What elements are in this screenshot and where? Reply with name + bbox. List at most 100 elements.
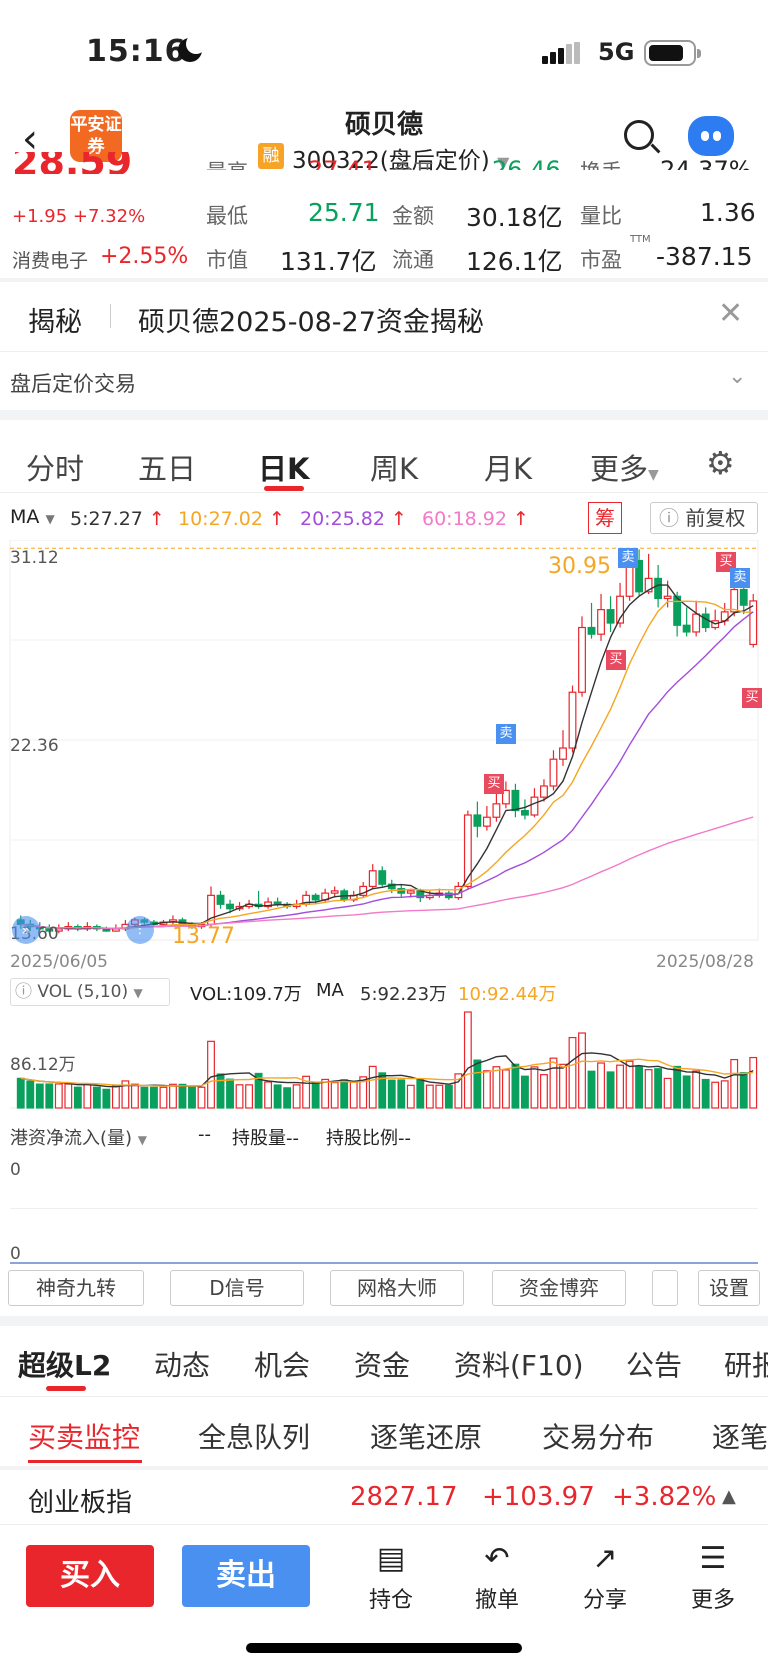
home-indicator <box>246 1643 522 1653</box>
candle-body <box>368 870 377 888</box>
tab-announcements[interactable]: 公告 <box>626 1344 682 1384</box>
settings-button[interactable]: 设置 <box>698 1270 760 1306</box>
ma20-line <box>20 611 754 929</box>
collapse-left-icon[interactable]: » <box>12 916 40 944</box>
tab-opportunity[interactable]: 机会 <box>254 1344 310 1384</box>
tab-trade-monitor[interactable]: 买卖监控 <box>28 1416 140 1456</box>
tab-trade-distribution[interactable]: 交易分布 <box>542 1416 654 1456</box>
volume-bar <box>368 1065 377 1109</box>
tab-monthly-k[interactable]: 月K <box>484 446 532 488</box>
volume-bar <box>321 1078 330 1109</box>
search-icon[interactable] <box>624 120 654 150</box>
tab-weekly-k[interactable]: 周K <box>370 446 418 488</box>
cancel-order-button[interactable]: ↶ 撤单 <box>452 1541 542 1614</box>
volume-bar <box>635 1066 644 1109</box>
share-button[interactable]: ↗ 分享 <box>560 1541 650 1614</box>
tab-f10[interactable]: 资料(F10) <box>454 1344 584 1384</box>
sell-button[interactable]: 卖出 <box>182 1545 310 1607</box>
buy-signal-tag[interactable]: 买 <box>742 688 762 708</box>
volume-bar <box>292 1084 301 1109</box>
sector-name[interactable]: 消费电子 <box>12 246 88 273</box>
positions-button[interactable]: ▤ 持仓 <box>346 1541 436 1614</box>
volume-bar <box>625 1060 634 1109</box>
amount-label: 金额 <box>392 204 434 228</box>
capital-reveal-banner[interactable]: 揭秘 硕贝德2025-08-27资金揭秘 ✕ <box>0 282 768 352</box>
buy-signal-tag[interactable]: 买 <box>606 650 626 670</box>
volume-bar <box>216 1073 225 1109</box>
more-button[interactable]: ☰ 更多 <box>668 1541 758 1614</box>
adjust-mode-button[interactable]: ⓘ 前复权 <box>650 502 758 534</box>
magic-nine-button[interactable]: 神奇九转 <box>8 1270 144 1306</box>
tab-full-queue[interactable]: 全息队列 <box>198 1416 310 1456</box>
close-icon[interactable]: ✕ <box>718 296 743 331</box>
candle-body <box>739 588 748 606</box>
volume-bar <box>673 1065 682 1109</box>
sell-signal-tag[interactable]: 卖 <box>618 548 638 568</box>
volume-bar <box>245 1084 253 1109</box>
price-change: +1.95 +7.32% <box>12 206 145 227</box>
volume-indicator-selector[interactable]: ⓘ VOL (5,10) ▼ <box>10 978 170 1006</box>
extra-button[interactable] <box>652 1270 678 1306</box>
after-hours-row[interactable]: 盘后定价交易 ⌄ <box>0 352 768 410</box>
grid-master-button[interactable]: 网格大师 <box>330 1270 464 1306</box>
chevron-down-icon[interactable]: ⌄ <box>728 364 746 389</box>
assistant-robot-icon[interactable] <box>688 116 734 156</box>
tab-dynamics[interactable]: 动态 <box>154 1344 210 1384</box>
tab-super-l2[interactable]: 超级L2 <box>18 1344 111 1384</box>
volume-bar <box>83 1083 92 1109</box>
sell-signal-tag[interactable]: 卖 <box>730 568 750 588</box>
cursor-handle-icon[interactable]: ⋮ <box>126 916 154 944</box>
index-ticker[interactable]: 创业板指 2827.17 +103.97 +3.82% ▲ <box>0 1470 768 1524</box>
candle-body <box>530 796 539 816</box>
caret-down-icon: ▼ <box>137 1133 148 1147</box>
reveal-label: 揭秘 <box>28 307 82 338</box>
volume-bar <box>416 1079 425 1109</box>
date-end: 2025/08/28 <box>656 952 754 972</box>
arrow-up-icon: ↑ <box>142 508 165 530</box>
tab-more[interactable]: 更多▼ <box>590 446 659 488</box>
candle-body <box>482 816 491 827</box>
tab-research[interactable]: 研报 <box>724 1344 768 1384</box>
candle-body <box>663 595 672 600</box>
capital-game-button[interactable]: 资金博弈 <box>492 1270 626 1306</box>
candle-body <box>492 803 501 818</box>
tab-daily-k[interactable]: 日K <box>258 446 309 488</box>
detail-tabs: 超级L2 动态 机会 资金 资料(F10) 公告 研报 <box>0 1326 768 1396</box>
volume-bar <box>235 1084 244 1109</box>
tab-tick[interactable]: 逐笔 <box>712 1416 768 1456</box>
index-name: 创业板指 <box>28 1488 133 1518</box>
chip-distribution-button[interactable]: 筹 <box>588 502 622 534</box>
volume-bar <box>492 1066 501 1109</box>
battery-icon <box>644 40 701 66</box>
volume-bar <box>150 1086 158 1109</box>
buy-button[interactable]: 买入 <box>26 1545 154 1607</box>
divider <box>0 1316 768 1326</box>
high-label: 最高 <box>206 156 248 170</box>
buy-signal-tag[interactable]: 买 <box>484 774 504 794</box>
float-value: 126.1亿 <box>466 247 563 276</box>
candle-body <box>587 626 596 635</box>
sell-signal-tag[interactable]: 卖 <box>496 724 516 744</box>
hk-flow-value: -- <box>198 1124 211 1145</box>
volume-chart[interactable] <box>0 1004 768 1112</box>
volume-bar <box>188 1086 196 1109</box>
hk-flow-selector[interactable]: 港资净流入(量) ▼ <box>10 1124 147 1150</box>
gear-icon[interactable]: ⚙ <box>706 444 735 482</box>
candlestick-chart[interactable] <box>0 540 768 950</box>
tab-minute[interactable]: 分时 <box>26 446 84 488</box>
vol-ma5-line <box>20 1052 754 1088</box>
index-value: 2827.17 <box>350 1482 458 1512</box>
ma-selector[interactable]: MA ▼ <box>10 506 55 528</box>
candle-body <box>473 814 482 827</box>
d-signal-button[interactable]: D信号 <box>170 1270 304 1306</box>
tab-capital[interactable]: 资金 <box>354 1344 410 1384</box>
tab-tick-replay[interactable]: 逐笔还原 <box>370 1416 482 1456</box>
expand-up-icon[interactable]: ▲ <box>722 1486 736 1507</box>
tab-five-day[interactable]: 五日 <box>138 446 196 488</box>
ma20-value: 20:25.82 ↑ <box>300 508 407 530</box>
volume-bar <box>501 1069 510 1109</box>
float-label: 流通 <box>392 248 434 272</box>
status-bar: 15:16 5G <box>0 0 768 104</box>
volume-bar <box>273 1084 282 1109</box>
turnover-label: 换手 <box>580 156 622 170</box>
